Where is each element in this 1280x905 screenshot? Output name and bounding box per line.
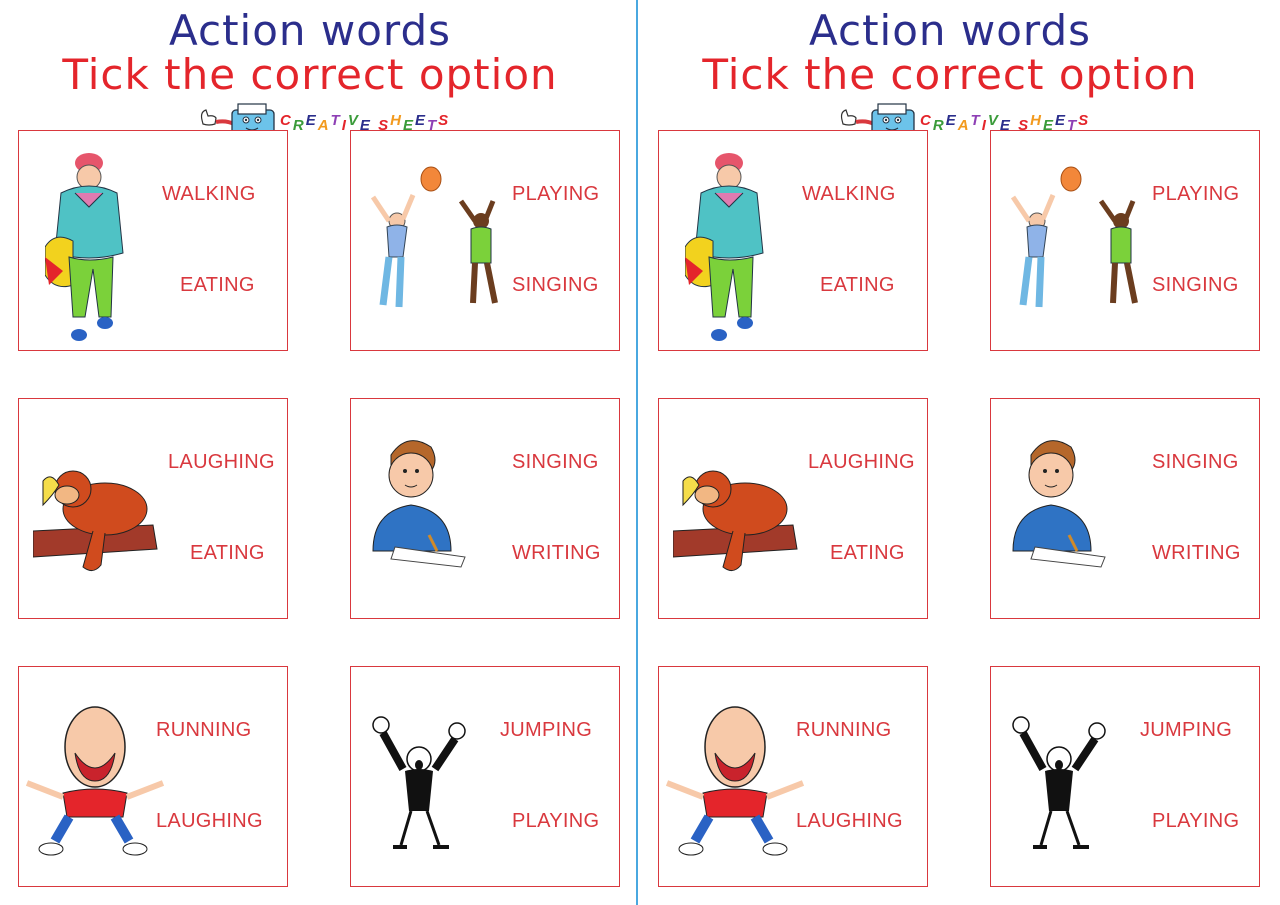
option-1-label[interactable]: WALKING	[162, 183, 256, 206]
laughing-boy-icon	[25, 706, 165, 856]
logo-letter: E	[305, 112, 318, 129]
option-2-label[interactable]: LAUGHING	[796, 810, 903, 833]
logo-letter: S	[1078, 112, 1091, 129]
action-card: RUNNING LAUGHING	[18, 666, 288, 887]
kids-playing-ball-icon	[1010, 166, 1138, 308]
action-card: SINGING WRITING	[350, 398, 620, 619]
laughing-boy-icon	[665, 706, 805, 856]
action-card: PLAYING SINGING	[990, 130, 1260, 351]
worksheet-instruction: Tick the correct option	[702, 50, 1198, 99]
logo-letter: A	[957, 117, 971, 134]
option-1-label[interactable]: JUMPING	[1140, 719, 1232, 742]
option-1-label[interactable]: SINGING	[512, 451, 599, 474]
action-card: LAUGHING EATING	[658, 398, 928, 619]
logo-letter: C	[920, 112, 933, 129]
kids-playing-ball-icon	[370, 166, 498, 308]
action-card: WALKING EATING	[658, 130, 928, 351]
walking-child-icon	[45, 153, 124, 341]
worksheet-title: Action words	[808, 6, 1091, 55]
action-card: JUMPING PLAYING	[990, 666, 1260, 887]
action-card: PLAYING SINGING	[350, 130, 620, 351]
option-1-label[interactable]: SINGING	[1152, 451, 1239, 474]
option-2-label[interactable]: LAUGHING	[156, 810, 263, 833]
logo-letter: S	[438, 112, 451, 129]
option-1-label[interactable]: LAUGHING	[168, 451, 275, 474]
option-2-label[interactable]: SINGING	[512, 274, 599, 297]
action-card: RUNNING LAUGHING	[658, 666, 928, 887]
option-1-label[interactable]: PLAYING	[1152, 183, 1239, 206]
option-2-label[interactable]: WRITING	[512, 542, 601, 565]
worksheet-title: Action words	[168, 6, 451, 55]
man-jumping-icon	[1012, 716, 1106, 849]
option-2-label[interactable]: PLAYING	[512, 810, 599, 833]
worksheet-instruction: Tick the correct option	[62, 50, 558, 99]
option-2-label[interactable]: PLAYING	[1152, 810, 1239, 833]
option-1-label[interactable]: WALKING	[802, 183, 896, 206]
monkey-eating-banana-icon	[33, 470, 158, 571]
logo-letter: H	[390, 112, 403, 129]
monkey-eating-banana-icon	[673, 470, 798, 571]
action-card: WALKING EATING	[18, 130, 288, 351]
option-2-label[interactable]: EATING	[180, 274, 255, 297]
logo-letter: V	[987, 112, 1000, 129]
logo-letter: C	[280, 112, 293, 129]
action-card: LAUGHING EATING	[18, 398, 288, 619]
boy-writing-icon	[1012, 440, 1106, 568]
logo-letter: T	[330, 112, 342, 129]
logo-letter: H	[1030, 112, 1043, 129]
logo-wordmark: CREATIVE SHEETS	[280, 112, 451, 134]
logo-letter: E	[414, 112, 427, 129]
worksheet: Action words Tick the correct option CRE…	[640, 0, 1280, 905]
option-2-label[interactable]: EATING	[190, 542, 265, 565]
option-1-label[interactable]: LAUGHING	[808, 451, 915, 474]
option-1-label[interactable]: RUNNING	[796, 719, 891, 742]
option-1-label[interactable]: RUNNING	[156, 719, 251, 742]
walking-child-icon	[685, 153, 764, 341]
logo-letter: R	[932, 117, 946, 134]
option-2-label[interactable]: EATING	[830, 542, 905, 565]
logo-letter: E	[1054, 112, 1067, 129]
action-card: JUMPING PLAYING	[350, 666, 620, 887]
option-1-label[interactable]: PLAYING	[512, 183, 599, 206]
action-card: SINGING WRITING	[990, 398, 1260, 619]
option-2-label[interactable]: WRITING	[1152, 542, 1241, 565]
page-divider	[636, 0, 638, 905]
logo-letter: T	[970, 112, 982, 129]
logo-letter: E	[945, 112, 958, 129]
boy-writing-icon	[372, 440, 466, 568]
logo-wordmark: CREATIVE SHEETS	[920, 112, 1091, 134]
option-2-label[interactable]: SINGING	[1152, 274, 1239, 297]
man-jumping-icon	[372, 716, 466, 849]
logo-letter: R	[292, 117, 306, 134]
worksheet: Action words Tick the correct option CRE…	[0, 0, 640, 905]
logo-letter: A	[317, 117, 331, 134]
logo-letter: V	[347, 112, 360, 129]
option-1-label[interactable]: JUMPING	[500, 719, 592, 742]
option-2-label[interactable]: EATING	[820, 274, 895, 297]
